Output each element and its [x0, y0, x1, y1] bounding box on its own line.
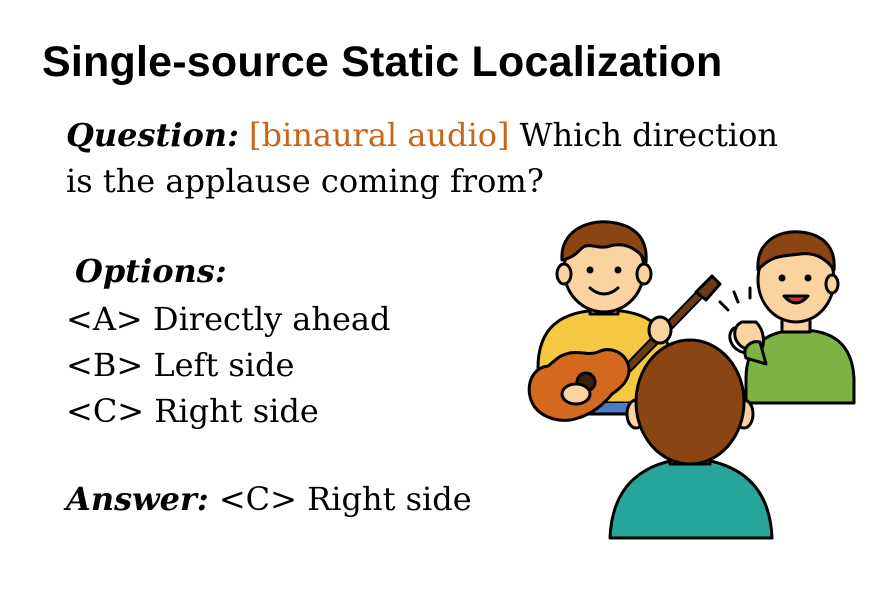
option-c: <C> Right side	[66, 392, 319, 430]
option-a: <A> Directly ahead	[66, 300, 391, 338]
option-b: <B> Left side	[66, 346, 295, 384]
question-text: Question: [binaural audio] Which directi…	[66, 112, 786, 204]
slide-title: Single-source Static Localization	[42, 38, 723, 86]
question-label: Question:	[66, 116, 239, 154]
answer-line: Answer: <C> Right side	[66, 478, 472, 520]
answer-label: Answer:	[66, 480, 209, 518]
options-title: Options:	[75, 252, 227, 290]
scene-illustration	[527, 220, 856, 540]
modality-tag: [binaural audio]	[249, 116, 510, 154]
answer-value: <C> Right side	[218, 480, 472, 518]
options-list: <A> Directly ahead <B> Left side <C> Rig…	[66, 296, 390, 434]
